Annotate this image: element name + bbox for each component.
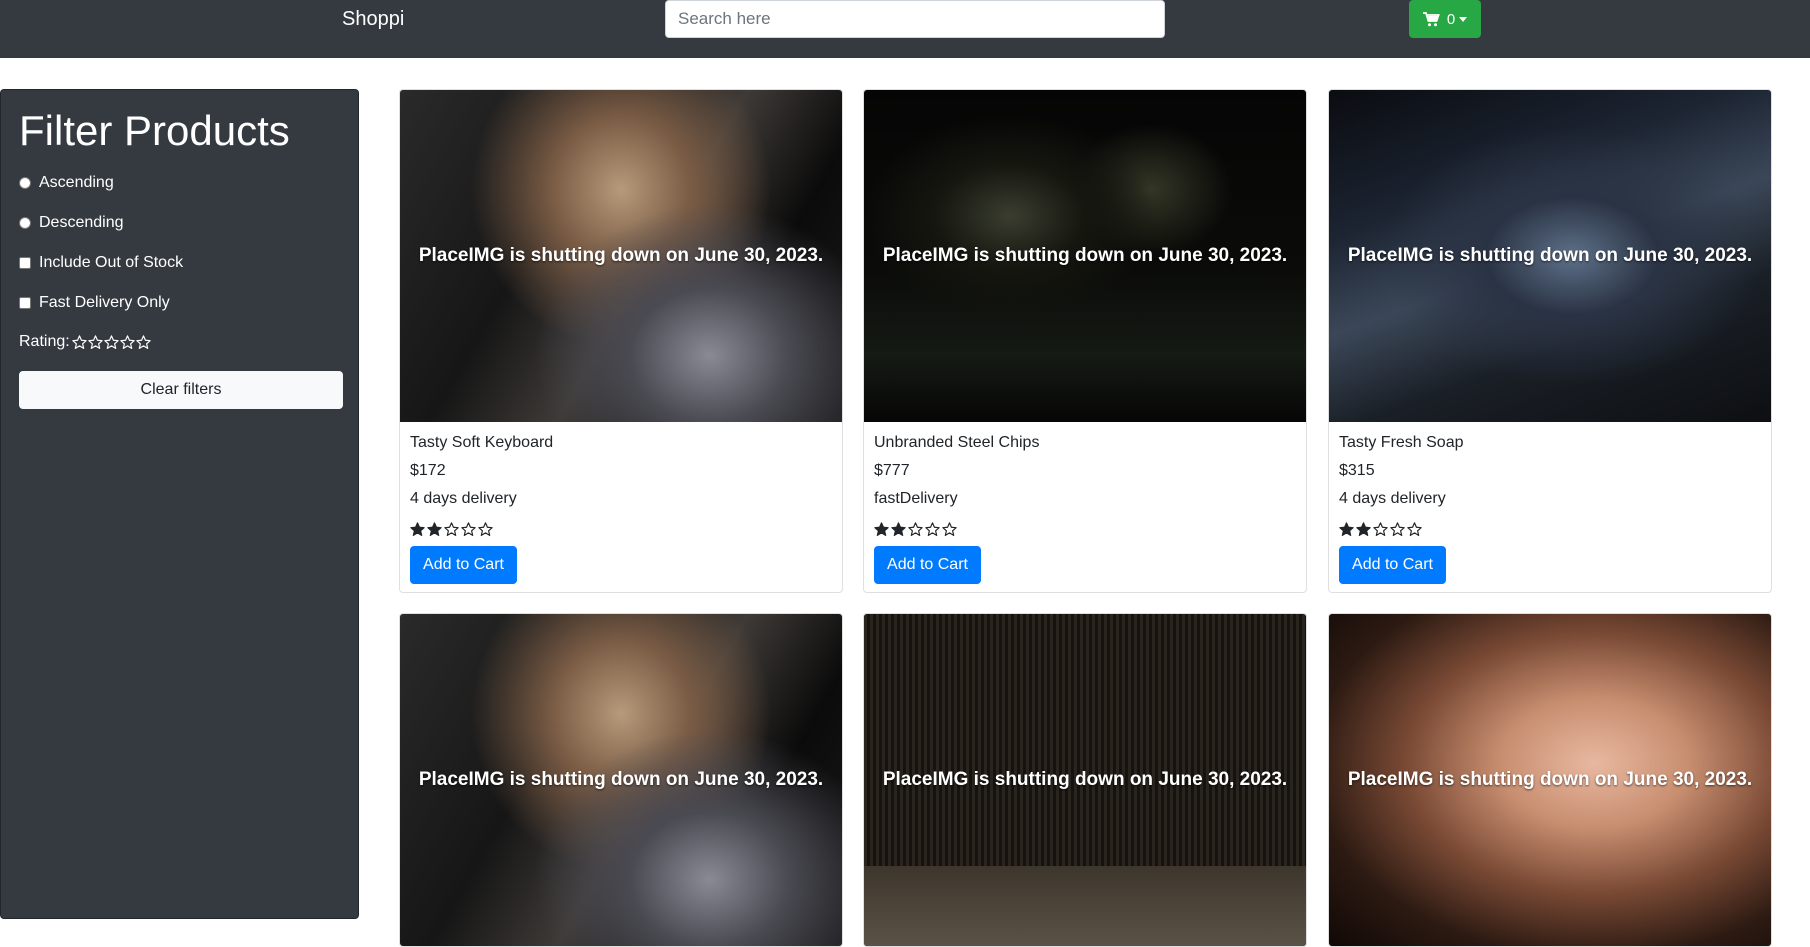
product-price: $777	[874, 462, 910, 479]
include-out-of-stock-label: Include Out of Stock	[39, 254, 184, 271]
product-price: $315	[1339, 462, 1375, 479]
cart-count: 0	[1446, 10, 1456, 28]
product-name: Tasty Fresh Soap	[1339, 434, 1464, 451]
fast-delivery-option[interactable]: Fast Delivery Only	[19, 294, 170, 312]
star-outline-icon	[478, 522, 493, 536]
star-outline-icon[interactable]	[87, 334, 103, 350]
star-filled-icon	[1339, 522, 1354, 536]
clear-filters-button[interactable]: Clear filters	[19, 371, 343, 409]
image-caption: PlaceIMG is shutting down on June 30, 20…	[418, 245, 824, 266]
product-image: PlaceIMG is shutting down on June 30, 20…	[400, 90, 842, 422]
product-delivery: 4 days delivery	[1339, 490, 1446, 507]
filter-title: Filter Products	[19, 107, 290, 154]
product-card: PlaceIMG is shutting down on June 30, 20…	[863, 613, 1307, 947]
sort-ascending-label: Ascending	[39, 174, 114, 191]
include-out-of-stock-option[interactable]: Include Out of Stock	[19, 254, 183, 272]
star-outline-icon	[1407, 522, 1422, 536]
product-image: PlaceIMG is shutting down on June 30, 20…	[1329, 614, 1771, 946]
star-outline-icon	[925, 522, 940, 536]
cart-icon	[1422, 11, 1440, 27]
image-caption: PlaceIMG is shutting down on June 30, 20…	[1347, 245, 1753, 266]
rating-filter: Rating:	[19, 333, 151, 351]
product-card-body: Tasty Soft Keyboard $172 4 days delivery…	[400, 422, 842, 592]
product-card: PlaceIMG is shutting down on June 30, 20…	[1328, 89, 1772, 593]
product-rating	[874, 522, 957, 537]
product-image: PlaceIMG is shutting down on June 30, 20…	[400, 614, 842, 946]
product-card: PlaceIMG is shutting down on June 30, 20…	[399, 89, 843, 593]
add-to-cart-button[interactable]: Add to Cart	[874, 546, 981, 584]
star-filled-icon	[427, 522, 442, 536]
star-outline-icon	[461, 522, 476, 536]
image-caption: PlaceIMG is shutting down on June 30, 20…	[882, 769, 1288, 790]
star-outline-icon[interactable]	[119, 334, 135, 350]
product-card-body: Unbranded Steel Chips $777 fastDelivery …	[864, 422, 1306, 592]
product-rating	[1339, 522, 1422, 537]
sort-ascending-radio[interactable]	[19, 177, 31, 189]
star-outline-icon	[942, 522, 957, 536]
image-caption: PlaceIMG is shutting down on June 30, 20…	[882, 245, 1288, 266]
star-filled-icon	[874, 522, 889, 536]
image-caption: PlaceIMG is shutting down on June 30, 20…	[418, 769, 824, 790]
product-rating	[410, 522, 493, 537]
product-delivery: fastDelivery	[874, 490, 958, 507]
product-card: PlaceIMG is shutting down on June 30, 20…	[863, 89, 1307, 593]
product-name: Tasty Soft Keyboard	[410, 434, 554, 451]
chevron-down-icon	[1459, 16, 1468, 22]
star-outline-icon[interactable]	[103, 334, 119, 350]
brand-logo[interactable]: Shoppi	[342, 8, 404, 31]
navbar: Shoppi 0	[0, 0, 1810, 58]
add-to-cart-button[interactable]: Add to Cart	[1339, 546, 1446, 584]
star-outline-icon	[444, 522, 459, 536]
star-outline-icon[interactable]	[135, 334, 151, 350]
rating-stars	[71, 334, 151, 350]
star-filled-icon	[891, 522, 906, 536]
star-outline-icon	[1373, 522, 1388, 536]
product-image: PlaceIMG is shutting down on June 30, 20…	[864, 90, 1306, 422]
sort-descending-option[interactable]: Descending	[19, 214, 124, 232]
product-image: PlaceIMG is shutting down on June 30, 20…	[864, 614, 1306, 946]
sort-descending-label: Descending	[39, 214, 124, 231]
product-card: PlaceIMG is shutting down on June 30, 20…	[399, 613, 843, 947]
add-to-cart-button[interactable]: Add to Cart	[410, 546, 517, 584]
cart-dropdown-button[interactable]: 0	[1409, 0, 1481, 38]
product-card-body: Tasty Fresh Soap $315 4 days delivery Ad…	[1329, 422, 1771, 592]
product-price: $172	[410, 462, 446, 479]
include-out-of-stock-checkbox[interactable]	[19, 257, 31, 269]
star-outline-icon	[1390, 522, 1405, 536]
star-filled-icon	[410, 522, 425, 536]
fast-delivery-label: Fast Delivery Only	[39, 294, 170, 311]
product-name: Unbranded Steel Chips	[874, 434, 1040, 451]
image-floor	[864, 866, 1306, 946]
star-outline-icon	[908, 522, 923, 536]
sort-ascending-option[interactable]: Ascending	[19, 174, 114, 192]
rating-label: Rating:	[19, 333, 70, 350]
filter-sidebar: Filter Products Ascending Descending Inc…	[0, 89, 359, 919]
star-filled-icon	[1356, 522, 1371, 536]
sort-descending-radio[interactable]	[19, 217, 31, 229]
product-card: PlaceIMG is shutting down on June 30, 20…	[1328, 613, 1772, 947]
star-outline-icon[interactable]	[71, 334, 87, 350]
product-image: PlaceIMG is shutting down on June 30, 20…	[1329, 90, 1771, 422]
product-delivery: 4 days delivery	[410, 490, 517, 507]
image-caption: PlaceIMG is shutting down on June 30, 20…	[1347, 769, 1753, 790]
fast-delivery-checkbox[interactable]	[19, 297, 31, 309]
search-input[interactable]	[665, 0, 1165, 38]
